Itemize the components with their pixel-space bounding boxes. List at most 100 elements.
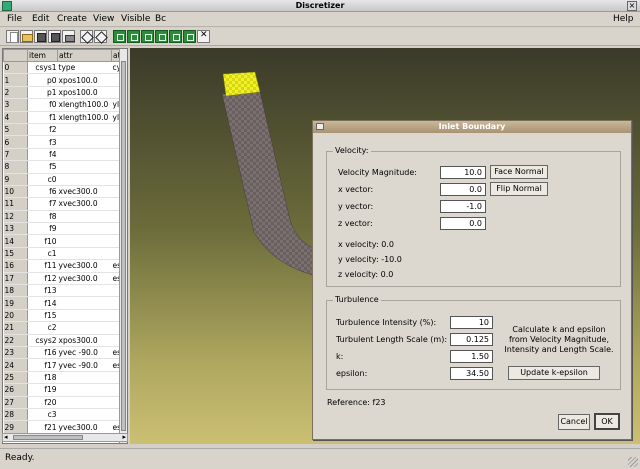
- flip-normal-button[interactable]: Flip Normal: [490, 182, 548, 196]
- table-row-number[interactable]: 2: [3, 86, 28, 100]
- mesh-tool-4-icon[interactable]: [155, 30, 168, 43]
- table-cell-attr[interactable]: [57, 309, 112, 323]
- table-cell-item[interactable]: f2: [27, 123, 58, 137]
- table-row-number[interactable]: 23: [3, 346, 28, 360]
- table-row-number[interactable]: 19: [3, 296, 28, 310]
- table-cell-attr[interactable]: [57, 222, 112, 236]
- table-cell-attr[interactable]: xpos100.0: [57, 73, 112, 87]
- table-row-number[interactable]: 20: [3, 309, 28, 323]
- table-cell-attr[interactable]: [57, 321, 112, 335]
- length-scale-input[interactable]: 0.125: [450, 333, 493, 346]
- table-cell-item[interactable]: f13: [27, 284, 58, 298]
- rotate-view-icon[interactable]: [94, 30, 107, 43]
- table-cell-attr[interactable]: type: [57, 61, 112, 75]
- table-row-number[interactable]: 4: [3, 111, 28, 124]
- table-cell-item[interactable]: c0: [27, 173, 58, 186]
- table-cell-item[interactable]: p1: [27, 86, 58, 100]
- turbulence-intensity-input[interactable]: 10: [450, 316, 493, 329]
- table-cell-attr[interactable]: [57, 296, 112, 310]
- menu-edit[interactable]: Edit: [32, 14, 49, 25]
- table-cell-item[interactable]: csys1: [27, 61, 58, 75]
- table-cell-attr[interactable]: [57, 210, 112, 224]
- table-row-number[interactable]: 29: [3, 420, 28, 434]
- table-row-number[interactable]: 0: [3, 61, 28, 75]
- mesh-tool-2-icon[interactable]: [127, 30, 140, 43]
- table-row[interactable]: 2 p1 xpos100.0: [3, 86, 125, 100]
- table-horizontal-scrollbar[interactable]: ◂ ▸: [2, 433, 128, 442]
- table-cell-attr[interactable]: yvec300.0: [57, 420, 112, 434]
- k-input[interactable]: 1.50: [450, 350, 493, 363]
- table-row[interactable]: 18 f13: [3, 284, 125, 298]
- delete-icon[interactable]: [197, 30, 210, 43]
- table-row[interactable]: 9 c0: [3, 173, 125, 186]
- table-row[interactable]: 19 f14: [3, 296, 125, 310]
- table-row[interactable]: 11 f7 xvec300.0: [3, 197, 125, 211]
- scroll-right-icon[interactable]: ▸: [122, 434, 126, 441]
- print-icon[interactable]: [62, 30, 75, 43]
- table-cell-item[interactable]: f7: [27, 197, 58, 211]
- table-row[interactable]: 3 f0 xlength100.0 yl: [3, 98, 125, 112]
- table-cell-attr[interactable]: [57, 123, 112, 137]
- save-icon[interactable]: [34, 30, 47, 43]
- table-cell-attr[interactable]: [57, 234, 112, 248]
- table-cell-attr[interactable]: xpos300.0: [57, 334, 112, 348]
- table-row[interactable]: 6 f3: [3, 135, 125, 149]
- table-cell-item[interactable]: f3: [27, 135, 58, 149]
- table-cell-item[interactable]: f19: [27, 383, 58, 397]
- table-cell-item[interactable]: f20: [27, 396, 58, 409]
- table-cell-attr[interactable]: yvec300.0: [57, 259, 112, 273]
- table-row[interactable]: 20 f15: [3, 309, 125, 323]
- table-row[interactable]: 22 csys2 xpos300.0: [3, 334, 125, 348]
- table-row-number[interactable]: 13: [3, 222, 28, 236]
- menu-create[interactable]: Create: [57, 14, 87, 25]
- table-cell-item[interactable]: f6: [27, 185, 58, 199]
- table-row[interactable]: 8 f5: [3, 160, 125, 174]
- table-row[interactable]: 13 f9: [3, 222, 125, 236]
- table-row[interactable]: 27 f20: [3, 396, 125, 409]
- open-folder-icon[interactable]: [20, 30, 33, 43]
- table-row[interactable]: 10 f6 xvec300.0: [3, 185, 125, 199]
- menu-file[interactable]: File: [7, 14, 22, 25]
- table-row[interactable]: 24 f17 yvec -90.0 es: [3, 358, 125, 372]
- table-cell-attr[interactable]: yvec -90.0: [57, 346, 112, 360]
- table-cell-attr[interactable]: [57, 148, 112, 162]
- table-header-attr[interactable]: attr: [57, 49, 112, 62]
- table-cell-attr[interactable]: xvec300.0: [57, 197, 112, 211]
- table-cell-attr[interactable]: [57, 284, 112, 298]
- table-row-number[interactable]: 3: [3, 98, 28, 112]
- table-row[interactable]: 14 f10: [3, 234, 125, 248]
- table-cell-item[interactable]: csys2: [27, 334, 58, 348]
- table-row-number[interactable]: 22: [3, 334, 28, 348]
- table-row-number[interactable]: 11: [3, 197, 28, 211]
- table-row-number[interactable]: 24: [3, 358, 28, 372]
- table-row-number[interactable]: 17: [3, 272, 28, 286]
- table-cell-item[interactable]: c2: [27, 321, 58, 335]
- view-3d-icon[interactable]: [80, 30, 93, 43]
- update-k-epsilon-button[interactable]: Update k-epsilon: [508, 366, 600, 380]
- table-cell-attr[interactable]: xvec300.0: [57, 185, 112, 199]
- table-row-number[interactable]: 21: [3, 321, 28, 335]
- table-row[interactable]: 21 c2: [3, 321, 125, 335]
- table-cell-item[interactable]: f10: [27, 234, 58, 248]
- table-row-number[interactable]: 10: [3, 185, 28, 199]
- table-row[interactable]: 16 f11 yvec300.0 es: [3, 259, 125, 273]
- table-cell-item[interactable]: f8: [27, 210, 58, 224]
- y-vector-input[interactable]: -1.0: [440, 200, 486, 213]
- table-row-number[interactable]: 8: [3, 160, 28, 174]
- face-normal-button[interactable]: Face Normal: [490, 165, 548, 179]
- table-cell-item[interactable]: f14: [27, 296, 58, 310]
- new-file-icon[interactable]: [6, 30, 19, 43]
- z-vector-input[interactable]: 0.0: [440, 217, 486, 230]
- table-vertical-scrollbar[interactable]: [119, 49, 127, 443]
- table-cell-attr[interactable]: [57, 135, 112, 149]
- table-cell-attr[interactable]: xlength100.0: [57, 98, 112, 112]
- table-cell-item[interactable]: f11: [27, 259, 58, 273]
- scroll-left-icon[interactable]: ◂: [4, 434, 8, 441]
- table-row-number[interactable]: 14: [3, 234, 28, 248]
- table-cell-attr[interactable]: yvec300.0: [57, 272, 112, 286]
- table-row[interactable]: 4 f1 xlength100.0 yl: [3, 111, 125, 124]
- table-cell-item[interactable]: f1: [27, 111, 58, 124]
- table-cell-item[interactable]: f4: [27, 148, 58, 162]
- dialog-title-bar[interactable]: Inlet Boundary: [313, 121, 631, 133]
- menu-view[interactable]: View: [93, 14, 114, 25]
